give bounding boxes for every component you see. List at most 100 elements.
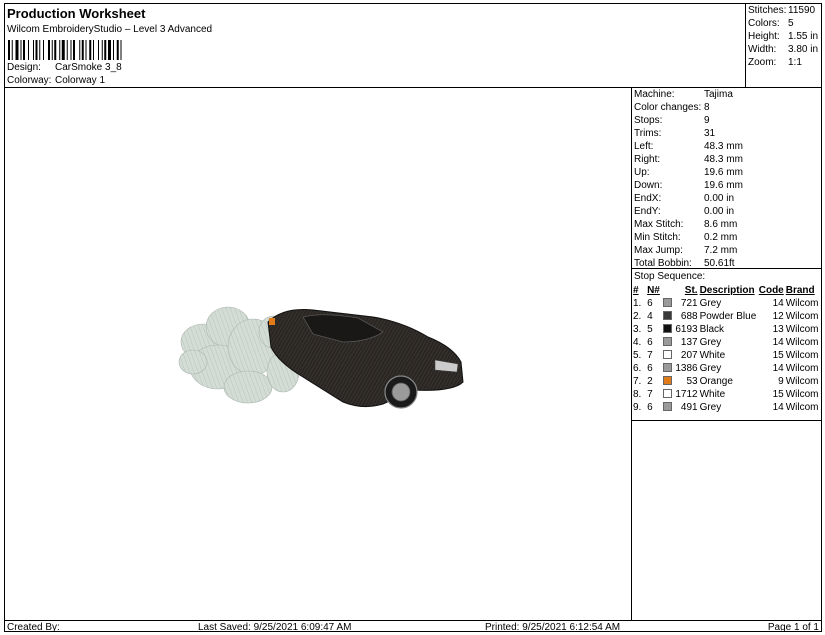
- row-swatch: [662, 362, 674, 375]
- info-endx: EndX: 0.00 in: [634, 193, 735, 204]
- table-row: 8. 7 1712 White 15 Wilcom: [632, 388, 821, 401]
- row-code: 15: [772, 350, 784, 361]
- stop-sequence-label: Stop Sequence:: [634, 271, 706, 282]
- row-code: 14: [772, 337, 784, 348]
- color-swatch: [663, 324, 673, 333]
- colorway-value: Colorway 1: [55, 75, 106, 86]
- row-code: 12: [772, 311, 784, 322]
- color-swatch: [663, 363, 673, 372]
- colorway-label: Colorway:: [7, 75, 52, 86]
- last-saved: Last Saved: 9/25/2021 6:09:47 AM: [198, 622, 352, 633]
- row-needle: 6: [647, 298, 653, 309]
- divider: [632, 420, 821, 421]
- stop-sequence-table: # N# St. Description Code Brand 1. 6 721 Gr…: [632, 284, 821, 414]
- design-value: CarSmoke 3_8: [55, 62, 122, 73]
- row-description: Black: [699, 324, 725, 335]
- info-down: Down: 19.6 mm: [634, 180, 743, 191]
- stat-stitches: Stitches: 11590: [748, 5, 816, 16]
- row-brand: Wilcom: [785, 350, 819, 361]
- table-row: 1. 6 721 Grey 14 Wilcom: [632, 297, 821, 310]
- row-description: White: [699, 389, 726, 400]
- row-num: 2.: [633, 311, 642, 322]
- worksheet-footer: Created By: Last Saved: 9/25/2021 6:09:4…: [5, 620, 821, 633]
- worksheet-header: Production Worksheet Wilcom EmbroiderySt…: [5, 4, 746, 88]
- col-description: Description: [699, 285, 755, 296]
- row-needle: 5: [647, 324, 653, 335]
- info-max-jump: Max Jump: 7.2 mm: [634, 245, 738, 256]
- row-needle: 6: [647, 337, 653, 348]
- col-num: #: [633, 285, 639, 296]
- col-swatch: [662, 284, 674, 297]
- page-number: Page 1 of 1: [767, 622, 819, 633]
- row-brand: Wilcom: [785, 363, 819, 374]
- row-brand: Wilcom: [785, 376, 819, 387]
- color-swatch: [663, 337, 673, 346]
- row-num: 9.: [633, 402, 642, 413]
- design-stats: Stitches: 11590 Colors: 5 Height: 1.55 in W…: [746, 4, 821, 88]
- row-code: 15: [772, 389, 784, 400]
- col-needle: N#: [647, 285, 660, 296]
- color-swatch: [663, 376, 673, 385]
- row-num: 3.: [633, 324, 642, 335]
- row-swatch: [662, 375, 674, 388]
- color-swatch: [663, 402, 673, 411]
- row-swatch: [662, 336, 674, 349]
- production-worksheet: Production Worksheet Wilcom EmbroiderySt…: [4, 3, 822, 633]
- printed-date: Printed: 9/25/2021 6:12:54 AM: [485, 622, 621, 633]
- colorway-row: Colorway: Colorway 1: [7, 75, 105, 86]
- row-swatch: [662, 310, 674, 323]
- table-row: 9. 6 491 Grey 14 Wilcom: [632, 401, 821, 414]
- row-stitches: 688: [680, 311, 698, 322]
- divider: [632, 268, 821, 269]
- row-stitches: 491: [680, 402, 698, 413]
- row-stitches: 207: [680, 350, 698, 361]
- row-stitches: 6193: [675, 324, 698, 335]
- row-description: Grey: [699, 298, 722, 309]
- row-stitches: 137: [680, 337, 698, 348]
- col-code: Code: [758, 285, 784, 296]
- col-brand: Brand: [785, 285, 815, 296]
- color-swatch: [663, 298, 673, 307]
- created-by: Created By:: [7, 622, 60, 633]
- info-stops: Stops: 9: [634, 115, 710, 126]
- row-code: 13: [772, 324, 784, 335]
- row-description: Grey: [699, 363, 722, 374]
- table-row: 3. 5 6193 Black 13 Wilcom: [632, 323, 821, 336]
- info-right: Right: 48.3 mm: [634, 154, 743, 165]
- row-description: White: [699, 350, 726, 361]
- row-num: 1.: [633, 298, 642, 309]
- table-row: 7. 2 53 Orange 9 Wilcom: [632, 375, 821, 388]
- row-description: Orange: [699, 376, 733, 387]
- row-stitches: 721: [680, 298, 698, 309]
- row-needle: 2: [647, 376, 653, 387]
- page-title: Production Worksheet: [7, 6, 146, 21]
- color-swatch: [663, 389, 673, 398]
- row-code: 14: [772, 363, 784, 374]
- info-endy: EndY: 0.00 in: [634, 206, 735, 217]
- table-header-row: # N# St. Description Code Brand: [632, 284, 821, 297]
- row-swatch: [662, 323, 674, 336]
- row-needle: 6: [647, 363, 653, 374]
- row-brand: Wilcom: [785, 298, 819, 309]
- barcode-icon: [8, 40, 122, 60]
- row-swatch: [662, 297, 674, 310]
- row-swatch: [662, 401, 674, 414]
- row-needle: 6: [647, 402, 653, 413]
- row-brand: Wilcom: [785, 337, 819, 348]
- row-code: 14: [772, 298, 784, 309]
- row-brand: Wilcom: [785, 389, 819, 400]
- info-max-stitch: Max Stitch: 8.6 mm: [634, 219, 738, 230]
- color-swatch: [663, 311, 673, 320]
- row-stitches: 1386: [675, 363, 698, 374]
- table-row: 4. 6 137 Grey 14 Wilcom: [632, 336, 821, 349]
- stat-colors: Colors: 5: [748, 18, 794, 29]
- design-row: Design: CarSmoke 3_8: [7, 62, 122, 73]
- row-num: 7.: [633, 376, 642, 387]
- table-row: 2. 4 688 Powder Blue 12 Wilcom: [632, 310, 821, 323]
- info-min-stitch: Min Stitch: 0.2 mm: [634, 232, 738, 243]
- row-needle: 4: [647, 311, 653, 322]
- row-stitches: 1712: [675, 389, 698, 400]
- row-code: 14: [772, 402, 784, 413]
- design-label: Design:: [7, 62, 41, 73]
- row-num: 8.: [633, 389, 642, 400]
